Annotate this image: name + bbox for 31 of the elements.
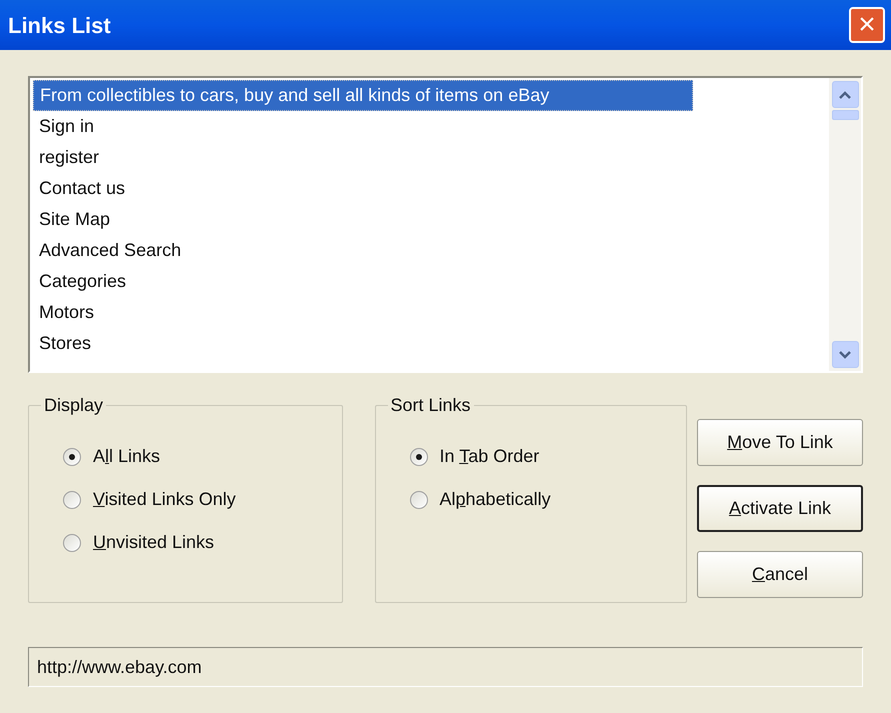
list-item[interactable]: Stores — [33, 328, 829, 359]
window-title: Links List — [8, 12, 111, 40]
scroll-up-button[interactable] — [832, 81, 858, 108]
list-item[interactable]: register — [33, 142, 829, 173]
close-button[interactable]: × — [849, 7, 885, 43]
list-item[interactable]: Contact us — [33, 173, 829, 204]
radio-button[interactable] — [63, 490, 81, 508]
list-item[interactable]: Advanced Search — [33, 235, 829, 266]
chevron-up-icon — [838, 90, 852, 100]
radio-label: Unvisited Links — [93, 531, 214, 554]
radio-label: In Tab Order — [440, 445, 540, 468]
radio-button[interactable] — [63, 448, 81, 466]
dialog-button[interactable]: Move To Link — [697, 419, 863, 466]
scroll-down-button[interactable] — [832, 341, 858, 368]
radio-label: All Links — [93, 445, 160, 468]
dialog-button[interactable]: Cancel — [697, 551, 863, 598]
list-item[interactable]: Motors — [33, 297, 829, 328]
list-item[interactable]: Site Map — [33, 204, 829, 235]
dialog-button[interactable]: Activate Link — [697, 485, 863, 532]
radio-button[interactable] — [410, 490, 428, 508]
list-item[interactable]: Sign in — [33, 111, 829, 142]
radio-button[interactable] — [63, 534, 81, 552]
radio-label: Visited Links Only — [93, 488, 236, 511]
url-field: http://www.ebay.com — [28, 647, 863, 687]
radio-label: Alphabetically — [440, 488, 551, 511]
scroll-thumb[interactable] — [832, 110, 858, 120]
list-item[interactable]: Categories — [33, 266, 829, 297]
list-item[interactable]: From collectibles to cars, buy and sell all kinds of items on eBay — [33, 80, 693, 111]
chevron-down-icon — [838, 350, 852, 360]
radio-button[interactable] — [410, 448, 428, 466]
scrollbar[interactable] — [829, 78, 861, 371]
